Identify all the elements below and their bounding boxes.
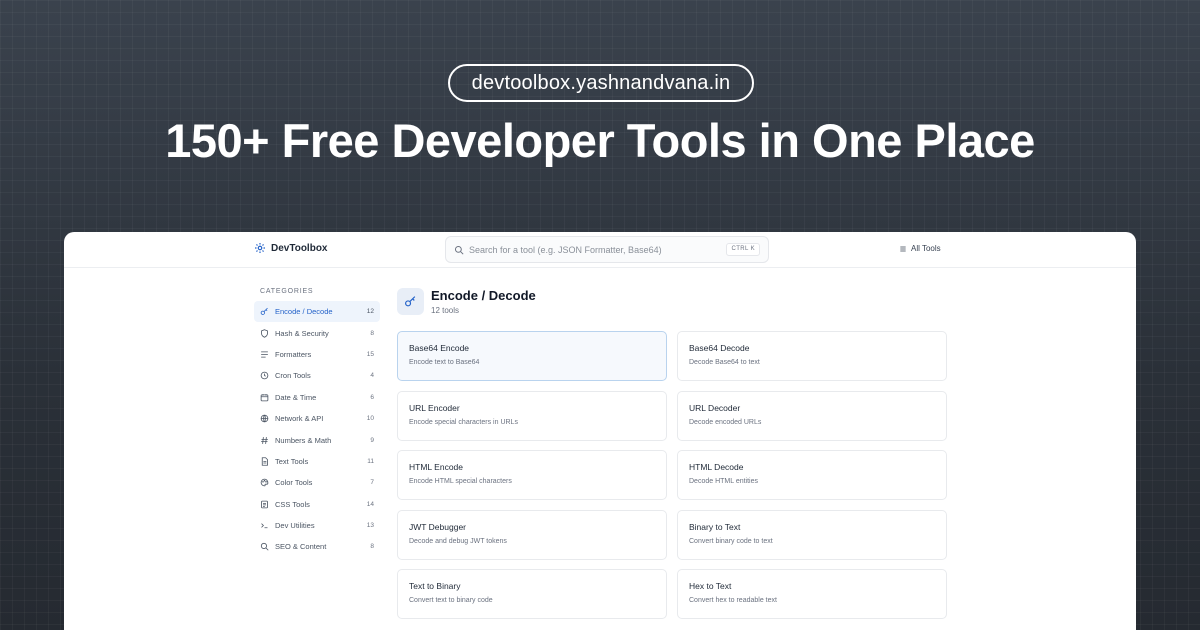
app-window: DevToolbox CTRL K All Tools CATEGORIES E… [64,232,1136,630]
sidebar-item-label: SEO & Content [275,542,370,551]
sidebar-item-count: 11 [367,458,374,465]
tool-name: Base64 Decode [689,343,935,353]
document-icon [260,457,269,466]
sidebar-item-label: Date & Time [275,393,370,402]
gear-icon [254,242,266,254]
globe-icon [260,414,269,423]
tool-name: JWT Debugger [409,522,655,532]
palette-icon [260,478,269,487]
shield-icon [260,329,269,338]
hero-headline: 150+ Free Developer Tools in One Place [0,112,1200,170]
sidebar-item-encode-decode[interactable]: Encode / Decode 12 [254,301,380,322]
tool-count: 12 tools [431,306,459,315]
sidebar-item-cron-tools[interactable]: Cron Tools 4 [254,365,380,386]
sidebar-item-color-tools[interactable]: Color Tools 7 [254,472,380,493]
sidebar-item-label: Dev Utilities [275,521,367,530]
tool-card-url-decoder[interactable]: URL Decoder Decode encoded URLs [677,391,947,441]
tool-card-text-to-binary[interactable]: Text to Binary Convert text to binary co… [397,569,667,619]
categories-title: CATEGORIES [260,288,380,295]
category-badge [397,288,424,315]
sidebar-item-label: Encode / Decode [275,307,367,316]
tool-card-html-decode[interactable]: HTML Decode Decode HTML entities [677,450,947,500]
tool-description: Encode HTML special characters [409,478,655,485]
sidebar-item-count: 8 [370,330,374,337]
sidebar-item-count: 6 [370,394,374,401]
sidebar-item-label: Formatters [275,350,367,359]
tool-name: URL Decoder [689,403,935,413]
sidebar-item-label: Numbers & Math [275,436,370,445]
tool-card-binary-to-text[interactable]: Binary to Text Convert binary code to te… [677,510,947,560]
sidebar-item-label: Color Tools [275,478,370,487]
tool-card-jwt-debugger[interactable]: JWT Debugger Decode and debug JWT tokens [397,510,667,560]
sidebar-item-count: 9 [370,437,374,444]
hash-icon [260,436,269,445]
sidebar-item-css-tools[interactable]: CSS Tools 14 [254,494,380,515]
sidebar-item-count: 14 [367,501,374,508]
sidebar-item-count: 10 [367,415,374,422]
clock-icon [260,371,269,380]
tool-description: Convert binary code to text [689,538,935,545]
sidebar-item-date-time[interactable]: Date & Time 6 [254,387,380,408]
search-box[interactable]: CTRL K [445,236,769,263]
brand-name: DevToolbox [271,243,327,254]
domain-pill: devtoolbox.yashnandvana.in [448,64,754,102]
categories-sidebar: CATEGORIES Encode / Decode 12 Hash & Sec… [254,288,380,558]
tool-name: Text to Binary [409,581,655,591]
sidebar-item-count: 4 [370,372,374,379]
top-bar: DevToolbox CTRL K All Tools [64,232,1136,268]
tools-grid: Base64 Encode Encode text to Base64 Base… [397,331,947,619]
calendar-icon [260,393,269,402]
all-tools-label: All Tools [911,244,941,253]
tool-card-base64-decode[interactable]: Base64 Decode Decode Base64 to text [677,331,947,381]
sidebar-item-label: Network & API [275,414,367,423]
tool-name: Base64 Encode [409,343,655,353]
list-icon [899,245,907,253]
tool-description: Convert hex to readable text [689,597,935,604]
sidebar-item-seo-content[interactable]: SEO & Content 8 [254,536,380,557]
sidebar-item-network-api[interactable]: Network & API 10 [254,408,380,429]
tool-description: Decode encoded URLs [689,419,935,426]
brand-logo[interactable]: DevToolbox [254,242,327,254]
tool-description: Decode HTML entities [689,478,935,485]
sidebar-item-label: Hash & Security [275,329,370,338]
search-icon [260,542,269,551]
tool-name: HTML Encode [409,462,655,472]
sidebar-item-numbers-math[interactable]: Numbers & Math 9 [254,429,380,450]
tool-description: Convert text to binary code [409,597,655,604]
sidebar-item-count: 15 [367,351,374,358]
sidebar-item-hash-security[interactable]: Hash & Security 8 [254,322,380,343]
sidebar-item-text-tools[interactable]: Text Tools 11 [254,451,380,472]
sidebar-item-count: 7 [370,479,374,486]
category-title: Encode / Decode [431,288,536,303]
sidebar-item-label: Cron Tools [275,371,370,380]
sidebar-item-formatters[interactable]: Formatters 15 [254,344,380,365]
key-icon [260,307,269,316]
shortcut-badge: CTRL K [726,243,760,256]
terminal-icon [260,521,269,530]
sidebar-item-label: Text Tools [275,457,367,466]
tool-name: HTML Decode [689,462,935,472]
search-icon [454,245,464,255]
tool-card-hex-to-text[interactable]: Hex to Text Convert hex to readable text [677,569,947,619]
tool-card-html-encode[interactable]: HTML Encode Encode HTML special characte… [397,450,667,500]
lines-icon [260,350,269,359]
sidebar-item-dev-utilities[interactable]: Dev Utilities 13 [254,515,380,536]
tool-card-base64-encode[interactable]: Base64 Encode Encode text to Base64 [397,331,667,381]
tool-description: Encode special characters in URLs [409,419,655,426]
key-icon [404,295,417,308]
tool-name: Binary to Text [689,522,935,532]
css-file-icon [260,500,269,509]
all-tools-link[interactable]: All Tools [899,244,941,253]
search-input[interactable] [469,245,724,255]
tool-card-url-encoder[interactable]: URL Encoder Encode special characters in… [397,391,667,441]
sidebar-item-label: CSS Tools [275,500,367,509]
tool-name: Hex to Text [689,581,935,591]
sidebar-item-count: 12 [367,308,374,315]
sidebar-item-count: 8 [370,543,374,550]
tool-description: Decode Base64 to text [689,359,935,366]
sidebar-item-count: 13 [367,522,374,529]
tool-name: URL Encoder [409,403,655,413]
tool-description: Encode text to Base64 [409,359,655,366]
tool-description: Decode and debug JWT tokens [409,538,655,545]
